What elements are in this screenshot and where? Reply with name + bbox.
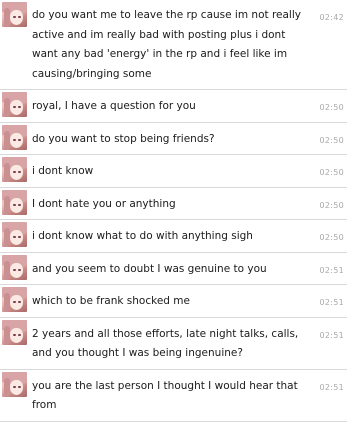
message-timestamp: 02:42 — [319, 13, 344, 22]
avatar[interactable] — [2, 222, 27, 247]
message-timestamp: 02:50 — [319, 200, 344, 210]
chat-log: do you want me to leave the rp cause im … — [0, 0, 347, 422]
message-text: royal, I have a question for you — [32, 100, 196, 112]
chat-message: 2 years and all those efforts, late nigh… — [0, 318, 347, 370]
message-text: do you want to stop being friends? — [32, 132, 215, 145]
message-text: which to be frank shocked me — [32, 295, 190, 307]
chat-message: royal, I have a question for you 02:50 — [0, 90, 347, 123]
chat-message: i dont know what to do with anything sig… — [0, 220, 347, 253]
avatar[interactable] — [2, 2, 27, 27]
message-text: 2 years and all those efforts, late nigh… — [32, 327, 299, 360]
message-text: and you seem to doubt I was genuine to y… — [32, 262, 267, 275]
message-timestamp: 02:51 — [319, 265, 344, 275]
message-timestamp: 02:51 — [319, 330, 344, 340]
message-text: I dont hate you or anything — [32, 197, 176, 210]
avatar[interactable] — [2, 92, 27, 117]
message-text: i dont know — [32, 165, 94, 177]
chat-message: which to be frank shocked me 02:51 — [0, 285, 347, 318]
avatar[interactable] — [2, 287, 27, 312]
message-text: you are the last person I thought I woul… — [32, 379, 298, 412]
avatar[interactable] — [2, 254, 27, 280]
avatar[interactable] — [2, 124, 27, 150]
avatar[interactable] — [2, 371, 27, 397]
chat-message: i dont know 02:50 — [0, 155, 347, 188]
message-timestamp: 02:51 — [319, 382, 344, 392]
message-timestamp: 02:50 — [319, 135, 344, 145]
chat-message: and you seem to doubt I was genuine to y… — [0, 253, 347, 285]
avatar[interactable] — [2, 157, 27, 182]
avatar[interactable] — [2, 189, 27, 215]
avatar[interactable] — [2, 319, 27, 345]
chat-message: do you want me to leave the rp cause im … — [0, 0, 347, 90]
chat-message: I dont hate you or anything 02:50 — [0, 188, 347, 220]
chat-message: do you want to stop being friends? 02:50 — [0, 123, 347, 155]
message-timestamp: 02:50 — [319, 233, 344, 242]
message-text: do you want me to leave the rp cause im … — [32, 9, 301, 80]
message-timestamp: 02:51 — [319, 298, 344, 307]
message-timestamp: 02:50 — [319, 168, 344, 177]
message-timestamp: 02:50 — [319, 103, 344, 112]
chat-message: you are the last person I thought I woul… — [0, 370, 347, 422]
message-text: i dont know what to do with anything sig… — [32, 230, 253, 242]
